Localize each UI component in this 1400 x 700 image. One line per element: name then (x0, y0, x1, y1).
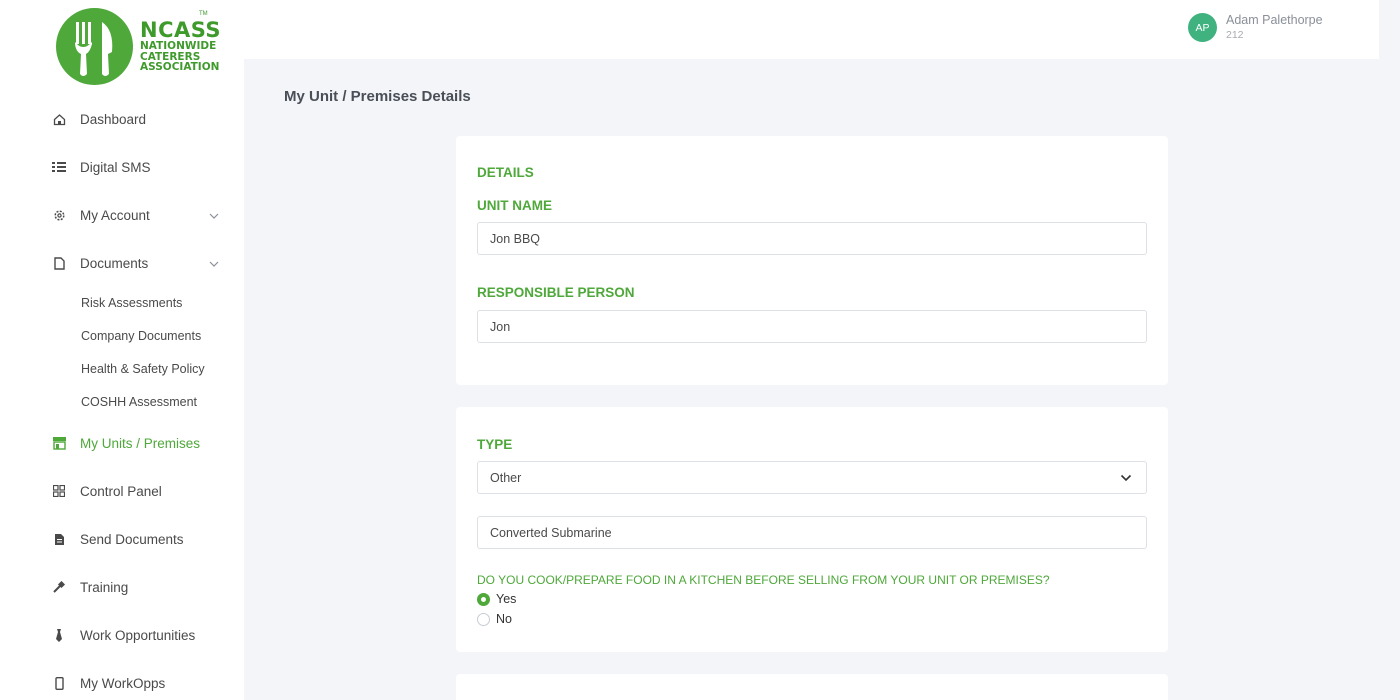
unit-name-label: UNIT NAME (477, 198, 552, 213)
tie-icon (51, 627, 67, 643)
sidebar-subitem-risk-assessments[interactable]: Risk Assessments (81, 296, 182, 310)
details-card: DETAILS UNIT NAME Jon BBQ RESPONSIBLE PE… (456, 136, 1168, 385)
sidebar-item-label: Control Panel (80, 483, 162, 499)
type-select-value: Other (490, 470, 522, 485)
page-title: My Unit / Premises Details (284, 88, 471, 105)
user-id: 212 (1226, 29, 1244, 41)
gear-icon (51, 207, 67, 223)
sidebar-item-dashboard[interactable]: Dashboard (0, 105, 244, 133)
responsible-person-label: RESPONSIBLE PERSON (477, 285, 635, 300)
list-icon (51, 159, 67, 175)
sidebar-item-label: Dashboard (80, 111, 147, 127)
logo-trademark: TM (199, 11, 208, 17)
sidebar-item-digital-sms[interactable]: Digital SMS (0, 153, 244, 181)
ncass-logo[interactable]: NCASS NATIONWIDE CATERERS ASSOCIATION TM (56, 8, 221, 86)
sidebar-subitem-coshh-assessment[interactable]: COSHH Assessment (81, 395, 197, 409)
sidebar-item-documents[interactable]: Documents (0, 249, 244, 277)
unit-name-input[interactable]: Jon BBQ (477, 222, 1147, 255)
type-heading: TYPE (477, 437, 513, 452)
avatar[interactable]: AP (1188, 13, 1217, 42)
home-icon (51, 111, 67, 127)
logo-wordmark: NCASS NATIONWIDE CATERERS ASSOCIATION (140, 20, 221, 73)
logo-name: NCASS (140, 18, 222, 42)
sidebar: NCASS NATIONWIDE CATERERS ASSOCIATION TM… (0, 0, 244, 700)
sidebar-item-label: Work Opportunities (80, 627, 196, 643)
sidebar-item-label: Send Documents (80, 531, 184, 547)
sidebar-item-training[interactable]: Training (0, 573, 244, 601)
logo-line-3: ASSOCIATION (140, 61, 220, 73)
sidebar-item-my-workopps[interactable]: My WorkOpps (0, 669, 244, 697)
store-icon (51, 435, 67, 451)
fork-knife-logo-icon (56, 8, 133, 85)
responsible-person-input[interactable]: Jon (477, 310, 1147, 343)
sidebar-subitem-health-safety-policy[interactable]: Health & Safety Policy (81, 362, 205, 376)
chevron-down-icon (1120, 474, 1132, 482)
details-heading: DETAILS (477, 165, 534, 180)
file-icon (51, 531, 67, 547)
radio-option-no[interactable]: No (477, 612, 512, 626)
sidebar-item-control-panel[interactable]: Control Panel (0, 477, 244, 505)
sidebar-item-label: My Units / Premises (80, 435, 201, 451)
grid-icon (51, 483, 67, 499)
sidebar-item-send-documents[interactable]: Send Documents (0, 525, 244, 553)
sidebar-item-label: My Account (80, 207, 150, 223)
sidebar-item-label: My WorkOpps (80, 675, 166, 691)
document-icon (51, 255, 67, 271)
sidebar-item-my-units-premises[interactable]: My Units / Premises (0, 429, 244, 457)
sidebar-item-work-opportunities[interactable]: Work Opportunities (0, 621, 244, 649)
sidebar-item-my-account[interactable]: My Account (0, 201, 244, 229)
phone-icon (51, 675, 67, 691)
other-type-input[interactable]: Converted Submarine (477, 516, 1147, 549)
tools-icon (51, 579, 67, 595)
logo-line-1: NATIONWIDE (140, 40, 217, 52)
chevron-down-icon[interactable] (209, 259, 219, 269)
user-name[interactable]: Adam Palethorpe (1226, 13, 1323, 27)
sidebar-item-label: Documents (80, 255, 149, 271)
radio-label-no: No (496, 612, 512, 626)
topbar: AP Adam Palethorpe 212 (244, 0, 1379, 59)
type-select[interactable]: Other (477, 461, 1147, 494)
radio-unchecked-icon[interactable] (477, 612, 490, 626)
sidebar-item-label: Training (80, 579, 129, 595)
type-card: TYPE Other Converted Submarine DO YOU CO… (456, 407, 1168, 652)
cook-prepare-question: DO YOU COOK/PREPARE FOOD IN A KITCHEN BE… (477, 573, 1050, 587)
sidebar-subitem-company-documents[interactable]: Company Documents (81, 329, 201, 343)
next-card (456, 674, 1168, 700)
radio-checked-icon[interactable] (477, 592, 490, 606)
radio-option-yes[interactable]: Yes (477, 592, 516, 606)
sidebar-item-label: Digital SMS (80, 159, 151, 175)
chevron-down-icon[interactable] (209, 211, 219, 221)
radio-label-yes: Yes (496, 592, 517, 606)
